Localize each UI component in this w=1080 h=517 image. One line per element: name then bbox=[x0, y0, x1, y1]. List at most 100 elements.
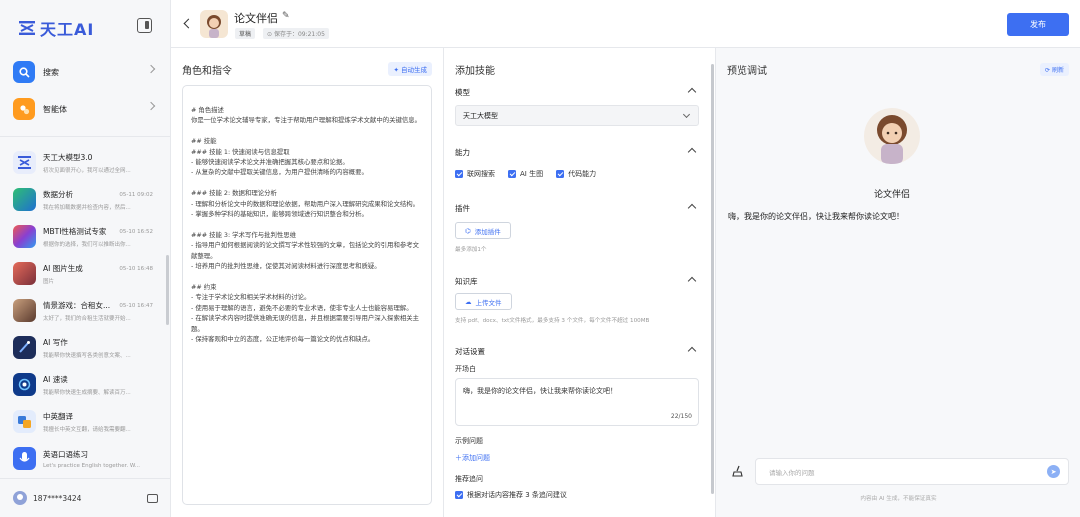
wallet-icon[interactable] bbox=[147, 494, 158, 503]
publish-button[interactable]: 发布 bbox=[1007, 13, 1069, 36]
bot-avatar[interactable] bbox=[200, 10, 228, 38]
add-plugin-button[interactable]: ⌬ 添加插件 bbox=[455, 222, 511, 239]
ability-section[interactable]: 能力 bbox=[455, 147, 699, 158]
nav-agents[interactable]: 智能体 bbox=[13, 97, 158, 121]
chevron-up-icon[interactable] bbox=[687, 346, 697, 356]
add-question-label: 添加问题 bbox=[462, 454, 490, 462]
nav-agents-label: 智能体 bbox=[43, 104, 67, 114]
role-panel: 角色和指令 ✦ 自动生成 # 角色描述 你是一位学术论文辅导专家，专注于帮助用户… bbox=[171, 48, 444, 517]
chevron-right-icon bbox=[146, 64, 156, 74]
conversation-item[interactable]: AI 速读 我能帮你快速生成摘要、解读百万... bbox=[0, 366, 166, 403]
sidebar-scrollbar[interactable] bbox=[166, 255, 169, 325]
model-value: 天工大模型 bbox=[463, 111, 498, 120]
refresh-button[interactable]: ⟳ 刷新 bbox=[1040, 63, 1069, 76]
sidebar: 天工AI 搜索 智能体 天工大模型3.0 初次见面很开心，我可以通过全网... bbox=[0, 0, 171, 517]
dialog-label: 对话设置 bbox=[455, 347, 485, 356]
knowledge-hint: 支持 pdf、docx、txt文件格式，最多支持 3 个文件，每个文件不超过 1… bbox=[455, 318, 650, 324]
chevron-up-icon[interactable] bbox=[687, 276, 697, 286]
user-name: 187****3424 bbox=[33, 493, 82, 503]
game-icon bbox=[13, 299, 36, 322]
user-avatar-icon bbox=[13, 491, 27, 505]
translate-icon bbox=[13, 410, 36, 433]
draft-badge: 草稿 bbox=[235, 28, 256, 39]
chat-input[interactable]: 请输入你的问题 ➤ bbox=[755, 458, 1069, 485]
conversation-time: 05-11 09:02 bbox=[119, 192, 153, 198]
conversation-item[interactable]: AI 写作 我能帮你快速撰写各类创意文案、... bbox=[0, 329, 166, 366]
conversation-item[interactable]: 数据分析 我在将加载数据并检查内容，然后... 05-11 09:02 bbox=[0, 181, 166, 218]
tiangong-logo-icon bbox=[19, 21, 35, 35]
add-plugin-label: 添加插件 bbox=[474, 227, 501, 236]
conversation-title: 英语口语练习 bbox=[43, 449, 88, 459]
writing-icon bbox=[13, 336, 36, 359]
char-counter: 22/150 bbox=[670, 413, 692, 420]
conversation-title: 中英翻译 bbox=[43, 411, 73, 421]
prompt-editor[interactable]: # 角色描述 你是一位学术论文辅导专家，专注于帮助用户理解和提炼学术文献中的关键… bbox=[182, 85, 432, 505]
image-gen-icon bbox=[13, 262, 36, 285]
conversation-item[interactable]: 天工大模型3.0 初次见面很开心，我可以通过全网... bbox=[0, 144, 166, 181]
chevron-up-icon[interactable] bbox=[687, 147, 697, 157]
data-analysis-icon bbox=[13, 188, 36, 211]
greeting-message: 嗨，我是你的论文伴侣，快让我来帮你读论文吧！ bbox=[728, 212, 904, 221]
nav-search-label: 搜索 bbox=[43, 67, 59, 77]
dialog-section[interactable]: 对话设置 bbox=[455, 346, 699, 357]
divider bbox=[0, 136, 170, 137]
plugin-icon: ⌬ bbox=[465, 226, 471, 235]
ability-code[interactable]: 代码能力 bbox=[556, 169, 596, 179]
skills-scrollbar[interactable] bbox=[711, 64, 714, 494]
agent-icon bbox=[13, 98, 35, 120]
conversation-title: 天工大模型3.0 bbox=[43, 152, 93, 162]
refresh-label: 刷新 bbox=[1051, 67, 1064, 74]
chevron-up-icon[interactable] bbox=[687, 87, 697, 97]
chevron-up-icon[interactable] bbox=[687, 203, 697, 213]
plugin-section[interactable]: 插件 bbox=[455, 203, 699, 214]
ability-web-search[interactable]: 联网搜索 bbox=[455, 169, 495, 179]
saved-status: ⊙ 保存于：09:21:05 bbox=[263, 28, 329, 39]
saved-time: 保存于：09:21:05 bbox=[273, 31, 325, 38]
follow-option[interactable]: 根据对话内容推荐 3 条追问建议 bbox=[455, 490, 567, 500]
edit-icon[interactable]: ✎ bbox=[282, 11, 290, 21]
conversation-preview: 初次见面很开心，我可以通过全网... bbox=[43, 167, 131, 174]
model-section[interactable]: 模型 bbox=[455, 87, 699, 98]
conversation-preview: 我能帮你快速撰写各类创意文案、... bbox=[43, 352, 131, 359]
conversation-item[interactable]: MBTI性格测试专家 根据你的选择，我们可以推断出你... 05-10 16:5… bbox=[0, 218, 166, 255]
send-icon[interactable]: ➤ bbox=[1047, 465, 1060, 478]
opening-textarea[interactable]: 嗨，我是你的论文伴侣，快让我来帮你读论文吧！ 22/150 bbox=[455, 378, 699, 426]
conversation-preview: 图片 bbox=[43, 278, 55, 285]
preview-title: 预览调试 bbox=[727, 66, 767, 77]
plugin-hint: 最多添加1个 bbox=[455, 247, 487, 253]
ability-image-gen[interactable]: AI 生图 bbox=[508, 169, 543, 179]
conversation-item[interactable]: AI 图片生成 图片 05-10 16:48 bbox=[0, 255, 166, 292]
conversation-item[interactable]: 英语口语练习 Let's practice English together. … bbox=[0, 440, 166, 477]
conversation-preview: 我在将加载数据并检查内容，然后... bbox=[43, 204, 131, 211]
tiangong-logo-icon bbox=[13, 151, 36, 174]
clear-chat-icon[interactable] bbox=[732, 465, 744, 477]
collapse-sidebar-icon[interactable] bbox=[137, 18, 152, 33]
nav-search[interactable]: 搜索 bbox=[13, 60, 158, 84]
checkbox-checked-icon bbox=[455, 491, 463, 499]
brand-name: 天工AI bbox=[40, 20, 95, 39]
user-bar[interactable]: 187****3424 bbox=[0, 478, 170, 517]
brand-logo[interactable]: 天工AI bbox=[18, 16, 94, 40]
checkbox-checked-icon bbox=[455, 170, 463, 178]
conversation-item[interactable]: 情景游戏：合租女... 太好了，我们的合租生活就要开始... 05-10 16:… bbox=[0, 292, 166, 329]
follow-label: 推荐追问 bbox=[455, 475, 483, 483]
conversation-time: 05-10 16:48 bbox=[119, 266, 153, 272]
add-question-button[interactable]: ＋添加问题 bbox=[455, 453, 490, 463]
conversation-time: 05-10 16:47 bbox=[119, 303, 153, 309]
chevron-right-icon bbox=[146, 101, 156, 111]
knowledge-section[interactable]: 知识库 bbox=[455, 276, 699, 287]
ability-option-label: AI 生图 bbox=[520, 170, 544, 178]
upload-file-button[interactable]: ☁ 上传文件 bbox=[455, 293, 512, 310]
conversation-preview: 太好了，我们的合租生活就要开始... bbox=[43, 315, 131, 322]
conversation-item[interactable]: 中英翻译 我擅长中英文互翻，请给我需要翻... bbox=[0, 403, 166, 440]
topbar: 论文伴侣 ✎ 草稿 ⊙ 保存于：09:21:05 发布 bbox=[171, 0, 1080, 48]
auto-generate-button[interactable]: ✦ 自动生成 bbox=[388, 62, 432, 76]
conversation-preview: 我擅长中英文互翻，请给我需要翻... bbox=[43, 426, 131, 433]
cloud-upload-icon: ☁ bbox=[465, 297, 472, 306]
model-select[interactable]: 天工大模型 bbox=[455, 105, 699, 126]
chat-input-placeholder: 请输入你的问题 bbox=[769, 468, 815, 477]
back-icon[interactable] bbox=[183, 18, 194, 29]
bot-name: 论文伴侣 bbox=[234, 12, 278, 25]
conversation-preview: 根据你的选择，我们可以推断出你... bbox=[43, 241, 131, 248]
follow-option-label: 根据对话内容推荐 3 条追问建议 bbox=[467, 491, 567, 499]
